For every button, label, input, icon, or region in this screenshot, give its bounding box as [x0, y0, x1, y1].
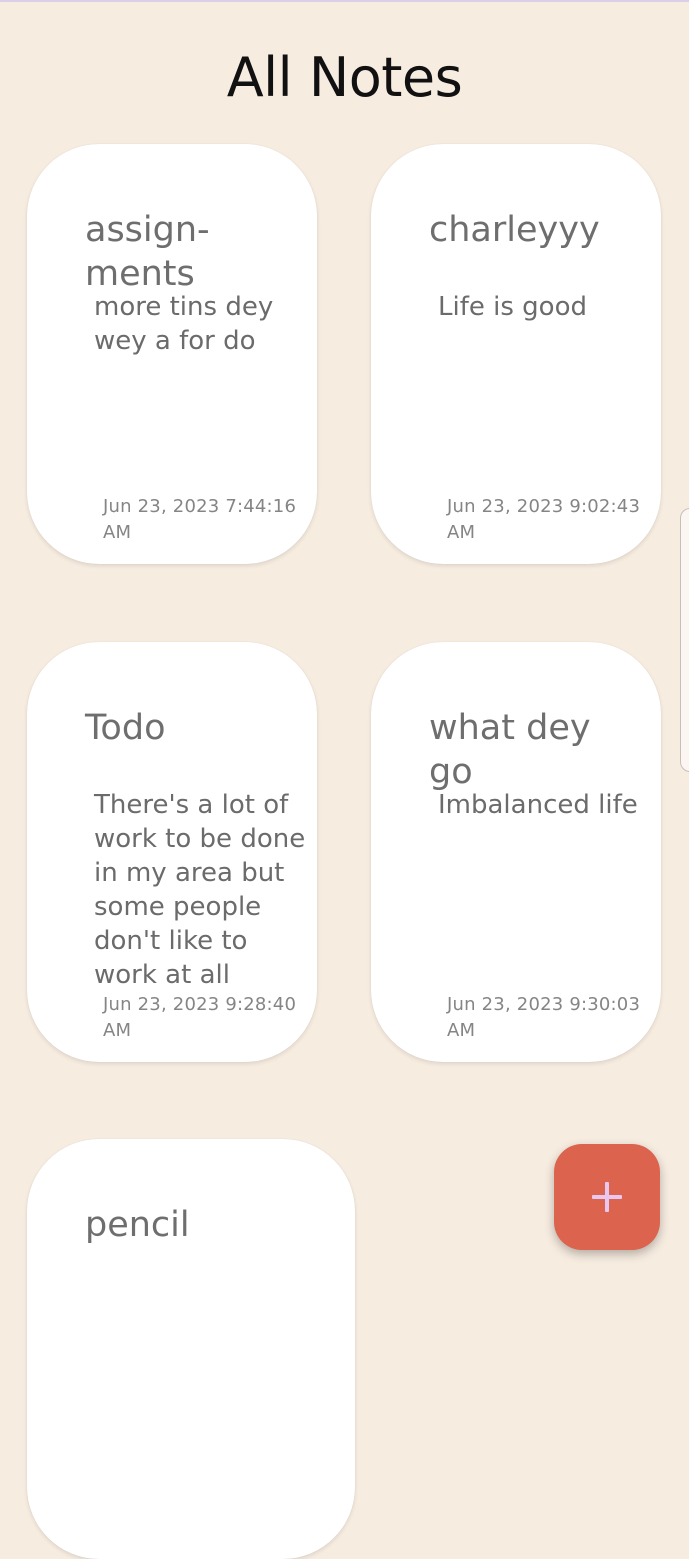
note-body: There's a lot of work to be done in my a… [94, 790, 306, 990]
note-title: assign-ments [85, 210, 210, 294]
note-date: Jun 23, 2023 9:30:03 AM [447, 994, 641, 1041]
note-body: more tins dey wey a for do [94, 292, 274, 356]
plus-icon [592, 1182, 622, 1212]
note-card[interactable]: Todo There's a lot of work to be done in… [27, 642, 317, 1062]
note-card[interactable]: charleyyy Life is good Jun 23, 2023 9:02… [371, 144, 661, 564]
note-date: Jun 23, 2023 9:02:43 AM [447, 496, 641, 543]
note-card[interactable]: what dey go Imbalanced life Jun 23, 2023… [371, 642, 661, 1062]
note-date: Jun 23, 2023 7:44:16 AM [103, 496, 297, 543]
status-bar-divider [0, 0, 689, 2]
note-title: charleyyy [429, 210, 600, 250]
note-body: Imbalanced life [438, 790, 638, 820]
note-title: pencil [85, 1205, 190, 1245]
note-title: Todo [85, 708, 166, 748]
note-date: Jun 23, 2023 9:28:40 AM [103, 994, 297, 1041]
edge-panel-handle[interactable] [680, 508, 689, 772]
note-body: Life is good [438, 292, 587, 322]
note-title: what dey go [429, 708, 591, 792]
note-card[interactable]: pencil [27, 1139, 355, 1559]
add-note-button[interactable] [554, 1144, 660, 1250]
note-card[interactable]: assign-ments more tins dey wey a for do … [27, 144, 317, 564]
page-title: All Notes [226, 46, 463, 109]
